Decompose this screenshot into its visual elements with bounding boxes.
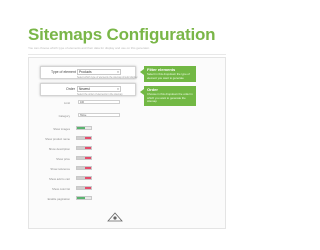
field-label: Category — [58, 114, 70, 118]
tooltip-body: Select in this dropdown the type of elem… — [147, 72, 190, 80]
order-row: Order Newest ▾ Select the order of eleme… — [40, 83, 136, 96]
show-reference-toggle[interactable] — [76, 166, 92, 170]
field-label: Show product name — [45, 137, 70, 141]
category-select[interactable]: Home — [78, 113, 120, 117]
limit-select[interactable]: 100 — [78, 100, 120, 104]
show-price-toggle[interactable] — [76, 156, 92, 160]
category-value: Home — [80, 114, 87, 117]
type-of-element-label: Type of element — [51, 70, 76, 74]
field-label: Show reference — [50, 167, 70, 171]
field-label: Show add to cart — [49, 177, 70, 181]
limit-value: 100 — [80, 101, 84, 104]
field-label: Enable pagination — [47, 197, 70, 201]
order-label: Order — [66, 87, 75, 91]
tooltip-filter-elements: Filter elements Select in this dropdown … — [140, 66, 196, 82]
chevron-down-icon: ▾ — [117, 70, 119, 74]
field-label: Show color list — [51, 187, 70, 191]
field-label: Limit — [64, 101, 70, 105]
page-subtitle: You can choose which type of elements an… — [28, 46, 150, 50]
chevron-down-icon: ▾ — [117, 87, 119, 91]
show-description-toggle[interactable] — [76, 146, 92, 150]
type-of-element-help: Select which type of elements the sitema… — [77, 75, 138, 79]
show-add-to-cart-toggle[interactable] — [76, 176, 92, 180]
tooltip-body: Choose in this dropdown the order in whi… — [147, 92, 193, 103]
show-images-toggle[interactable] — [76, 126, 92, 130]
brand-logo-icon — [107, 212, 123, 222]
field-label: Show images — [53, 127, 70, 131]
order-value: Newest — [79, 87, 90, 91]
type-of-element-value: Products — [79, 70, 92, 74]
divider — [28, 54, 226, 55]
enable-pagination-toggle[interactable] — [76, 196, 92, 200]
type-of-element-row: Type of element Products ▾ Select which … — [40, 66, 138, 79]
field-label: Show price — [56, 157, 70, 161]
field-label: Show description — [48, 147, 70, 151]
show-product-name-toggle[interactable] — [76, 136, 92, 140]
order-help: Select the order of elements in the site… — [77, 92, 123, 96]
tooltip-order: Order Choose in this dropdown the order … — [140, 86, 196, 106]
show-color-list-toggle[interactable] — [76, 186, 92, 190]
order-select[interactable]: Newest ▾ — [77, 86, 121, 92]
type-of-element-select[interactable]: Products ▾ — [77, 69, 121, 75]
page-title: Sitemaps Configuration — [28, 25, 216, 44]
